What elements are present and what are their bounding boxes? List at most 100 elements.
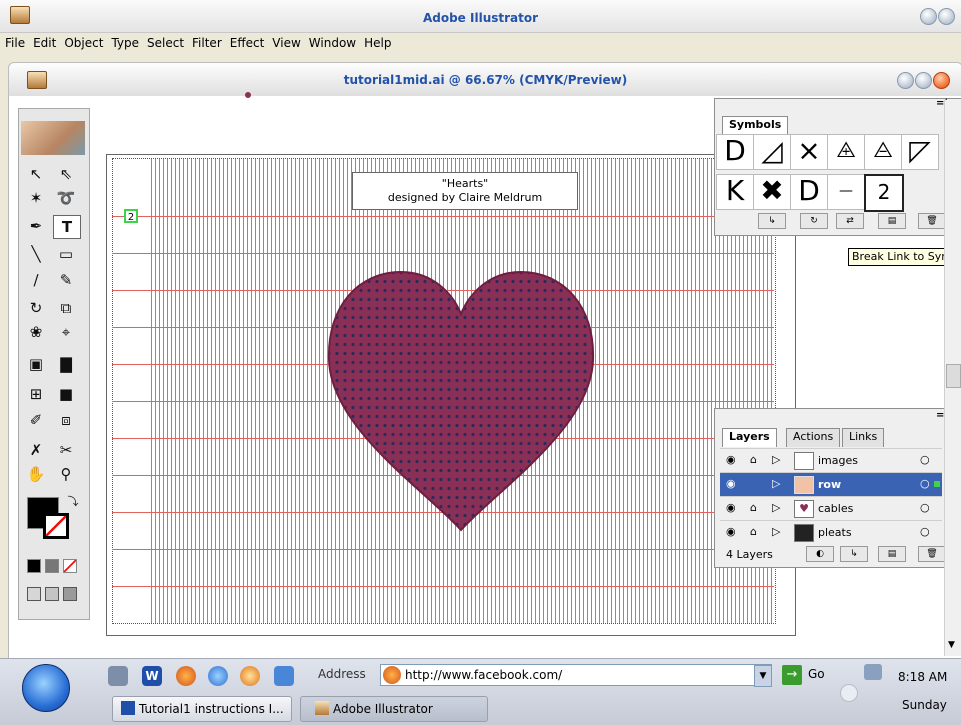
symbol-sprayer-tool-icon[interactable]: ▣ bbox=[23, 353, 49, 375]
symbol-swatch-k[interactable]: K bbox=[716, 174, 754, 210]
new-symbol-icon[interactable]: ▤ bbox=[878, 213, 906, 229]
scroll-down-arrow-icon[interactable]: ▼ bbox=[948, 640, 955, 650]
layer-target-circle-icon[interactable]: ○ bbox=[920, 477, 930, 490]
color-mode-icon[interactable] bbox=[27, 559, 41, 573]
tray-expand-icon[interactable] bbox=[840, 684, 858, 702]
zoom-tool-icon[interactable]: ⚲ bbox=[53, 463, 79, 485]
visibility-eye-icon[interactable]: ◉ bbox=[726, 477, 736, 490]
symbol-swatch-reverse-corner[interactable]: ◸ bbox=[901, 134, 939, 170]
pen-tool-icon[interactable]: ✒ bbox=[23, 215, 49, 237]
lock-icon[interactable]: ⌂ bbox=[750, 501, 757, 514]
layer-target-circle-icon[interactable]: ○ bbox=[920, 501, 930, 514]
start-button[interactable] bbox=[22, 664, 70, 712]
layer-row[interactable]: ◉ ⌂ ▷ pleats ○ bbox=[720, 520, 942, 545]
layer-name[interactable]: row bbox=[818, 478, 841, 491]
doc-minimize-button[interactable] bbox=[897, 72, 914, 89]
explorer-icon[interactable] bbox=[274, 666, 294, 686]
lock-icon[interactable]: ⌂ bbox=[750, 525, 757, 538]
paintbrush-tool-icon[interactable]: ∕ bbox=[23, 269, 49, 291]
tab-symbols[interactable]: Symbols bbox=[722, 116, 789, 135]
heart-motif[interactable] bbox=[325, 268, 597, 536]
gradient-tool-icon[interactable]: ■ bbox=[53, 383, 79, 405]
mesh-tool-icon[interactable]: ⊞ bbox=[23, 383, 49, 405]
app-minimize-button[interactable] bbox=[920, 8, 937, 25]
symbol-swatch-half-round[interactable]: D bbox=[716, 134, 754, 170]
layer-target-circle-icon[interactable]: ○ bbox=[920, 453, 930, 466]
app-maximize-button[interactable] bbox=[938, 8, 955, 25]
menu-object[interactable]: Object bbox=[59, 33, 106, 50]
symbol-swatch-cable[interactable]: ⨯ bbox=[790, 134, 828, 170]
eyedropper-tool-icon[interactable]: ✐ bbox=[23, 409, 49, 431]
layer-name[interactable]: pleats bbox=[818, 526, 852, 539]
address-dropdown-icon[interactable]: ▼ bbox=[754, 665, 772, 687]
new-layer-icon[interactable]: ▤ bbox=[878, 546, 906, 562]
visibility-eye-icon[interactable]: ◉ bbox=[726, 501, 736, 514]
selection-tool-icon[interactable]: ↖ bbox=[23, 163, 49, 185]
address-value[interactable]: http://www.facebook.com/ bbox=[405, 665, 562, 685]
symbol-swatch-number[interactable]: 2 bbox=[864, 174, 904, 212]
firefox-icon[interactable] bbox=[176, 666, 196, 686]
visibility-eye-icon[interactable]: ◉ bbox=[726, 525, 736, 538]
task-button-illustrator[interactable]: Adobe Illustrator bbox=[300, 696, 488, 722]
graph-tool-icon[interactable]: ▇ bbox=[53, 353, 79, 375]
delete-symbol-icon[interactable]: 🗑 bbox=[918, 213, 946, 229]
free-transform-tool-icon[interactable]: ⌖ bbox=[53, 321, 79, 343]
layer-name[interactable]: images bbox=[818, 454, 858, 467]
line-tool-icon[interactable]: ╲ bbox=[23, 243, 49, 265]
word-icon[interactable]: W bbox=[142, 666, 162, 686]
visibility-eye-icon[interactable]: ◉ bbox=[726, 453, 736, 466]
expand-triangle-icon[interactable]: ▷ bbox=[772, 453, 780, 466]
symbol-swatch-cup[interactable]: ⨺ bbox=[864, 134, 902, 170]
scissors-tool-icon[interactable]: ✂ bbox=[53, 439, 79, 461]
lock-icon[interactable]: ⌂ bbox=[750, 453, 757, 466]
menu-type[interactable]: Type bbox=[106, 33, 142, 50]
pencil-tool-icon[interactable]: ✎ bbox=[53, 269, 79, 291]
expand-triangle-icon[interactable]: ▷ bbox=[772, 525, 780, 538]
messenger-icon[interactable] bbox=[208, 666, 228, 686]
task-button-tutorial[interactable]: Tutorial1 instructions I... bbox=[112, 696, 292, 722]
menu-help[interactable]: Help bbox=[359, 33, 394, 50]
tab-actions[interactable]: Actions bbox=[786, 428, 841, 447]
symbol-swatch-dome[interactable]: ⨹ bbox=[827, 134, 865, 170]
layer-name[interactable]: cables bbox=[818, 502, 853, 515]
hand-tool-icon[interactable]: ✋ bbox=[23, 463, 49, 485]
make-clipping-mask-icon[interactable]: ◐ bbox=[806, 546, 834, 562]
menu-filter[interactable]: Filter bbox=[187, 33, 225, 50]
clock-time[interactable]: 8:18 AM bbox=[898, 670, 947, 684]
delete-layer-icon[interactable]: 🗑 bbox=[918, 546, 946, 562]
stroke-color-swatch[interactable] bbox=[43, 513, 69, 539]
menu-view[interactable]: View bbox=[267, 33, 303, 50]
place-symbol-instance-icon[interactable]: ↳ bbox=[758, 213, 786, 229]
network-tray-icon[interactable] bbox=[864, 664, 882, 680]
menu-edit[interactable]: Edit bbox=[28, 33, 59, 50]
scale-tool-icon[interactable]: ⧉ bbox=[53, 297, 79, 319]
direct-selection-tool-icon[interactable]: ⇖ bbox=[53, 163, 79, 185]
layer-row[interactable]: ◉ ⌂ ▷ ♥ cables ○ bbox=[720, 496, 942, 521]
go-label[interactable]: Go bbox=[808, 667, 825, 681]
new-sublayer-icon[interactable]: ↳ bbox=[840, 546, 868, 562]
rotate-tool-icon[interactable]: ↻ bbox=[23, 297, 49, 319]
full-screen-mode-icon[interactable] bbox=[63, 587, 77, 601]
replace-symbol-icon[interactable]: ↻ bbox=[800, 213, 828, 229]
show-desktop-icon[interactable] bbox=[108, 666, 128, 686]
magic-wand-tool-icon[interactable]: ✶ bbox=[23, 187, 49, 209]
blend-tool-icon[interactable]: ⧈ bbox=[53, 409, 79, 431]
expand-triangle-icon[interactable]: ▷ bbox=[772, 477, 780, 490]
tab-links[interactable]: Links bbox=[842, 428, 885, 447]
row-number-marker[interactable]: 2 bbox=[124, 209, 138, 223]
rectangle-tool-icon[interactable]: ▭ bbox=[53, 243, 79, 265]
symbol-swatch-half-round-2[interactable]: D bbox=[790, 174, 828, 210]
symbol-swatch-dash[interactable]: — bbox=[827, 174, 865, 210]
media-player-icon[interactable] bbox=[240, 666, 260, 686]
layer-row[interactable]: ◉ ⌂ ▷ images ○ bbox=[720, 448, 942, 473]
scrollbar-thumb[interactable] bbox=[946, 364, 961, 388]
full-screen-menu-mode-icon[interactable] bbox=[45, 587, 59, 601]
doc-close-button[interactable] bbox=[933, 72, 950, 89]
layer-target-circle-icon[interactable]: ○ bbox=[920, 525, 930, 538]
slice-tool-icon[interactable]: ✗ bbox=[23, 439, 49, 461]
swap-colors-icon[interactable]: ⤵ bbox=[65, 495, 81, 509]
type-tool-icon[interactable]: T bbox=[53, 215, 81, 239]
document-vertical-scrollbar[interactable]: ▼ bbox=[944, 100, 961, 656]
none-mode-icon[interactable] bbox=[63, 559, 77, 573]
standard-screen-mode-icon[interactable] bbox=[27, 587, 41, 601]
